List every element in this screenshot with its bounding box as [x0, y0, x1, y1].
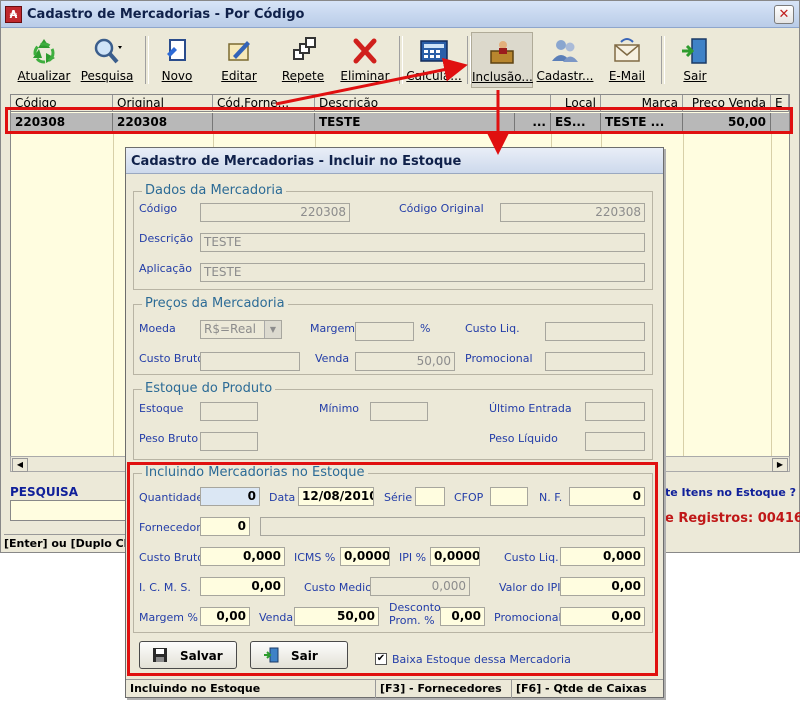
sair-toolbar-button[interactable]: Sair [669, 32, 721, 88]
custo-bruto-label: Custo Bruto [139, 352, 205, 365]
title-bar: ₳ Cadastro de Mercadorias - Por Código ✕ [1, 1, 799, 28]
status-segment: Incluindo no Estoque [126, 680, 376, 698]
descricao-label: Descrição [139, 232, 194, 245]
app-icon: ₳ [5, 6, 22, 23]
pesquisa-button[interactable]: Pesquisa [77, 32, 137, 88]
new-document-icon [167, 39, 186, 61]
group-title: Dados da Mercadoria [142, 183, 286, 198]
row-highlight [5, 107, 793, 134]
cadastr-label: Cadastr... [536, 69, 594, 83]
status-segment: [F3] - Fornecedores [376, 680, 512, 698]
ultimo-entrada-label: Último Entrada [489, 402, 572, 415]
aplicacao-label: Aplicação [139, 262, 192, 275]
margem-label: Margem [310, 322, 356, 335]
group-estoque-produto: Estoque do Produto Estoque Mínimo Último… [133, 381, 653, 460]
editar-label: Editar [221, 69, 257, 83]
promocional-label: Promocional [465, 352, 533, 365]
venda-field[interactable]: 50,00 [355, 352, 455, 371]
magnifier-icon [94, 38, 122, 64]
search-input[interactable] [10, 500, 128, 521]
recycle-icon [33, 39, 55, 64]
close-button[interactable]: ✕ [774, 5, 794, 24]
calcula-button[interactable]: Calcula... [403, 32, 465, 88]
toolbar-separator [145, 36, 149, 84]
codigo-field[interactable]: 220308 [200, 203, 350, 222]
email-label: E-Mail [608, 69, 646, 83]
descricao-field[interactable]: TESTE [200, 233, 645, 252]
eliminar-label: Eliminar [340, 69, 390, 83]
ultimo-entrada-field[interactable] [585, 402, 645, 421]
repete-label: Repete [281, 69, 325, 83]
estoque-label: Estoque [139, 402, 184, 415]
atualizar-label: Atualizar [17, 69, 71, 83]
grid-line [113, 132, 114, 471]
repeat-icon [293, 37, 316, 60]
sair-toolbar-label: Sair [683, 69, 707, 83]
custo-bruto-field[interactable] [200, 352, 300, 371]
inclusion-box-icon [490, 41, 514, 64]
peso-liquido-label: Peso Líquido [489, 432, 558, 445]
moeda-select[interactable]: R$=Real ▼ [200, 320, 282, 339]
dialog-title: Cadastro de Mercadorias - Incluir no Est… [131, 154, 462, 169]
status-segment: [F6] - Qtde de Caixas [516, 682, 647, 695]
main-status-bar: [Enter] ou [Duplo Clique] [4, 534, 128, 552]
chevron-down-icon[interactable]: ▼ [264, 321, 281, 338]
grid-line [683, 132, 684, 471]
toolbar-separator [661, 36, 665, 84]
minimo-label: Mínimo [319, 402, 360, 415]
group-title: Preços da Mercadoria [142, 296, 288, 311]
scroll-right-icon[interactable]: ▶ [772, 458, 788, 472]
pesquisa-label: PESQUISA [10, 485, 78, 499]
itens-estoque-text: te Itens no Estoque ? [665, 486, 797, 499]
editar-button[interactable]: Editar [213, 32, 265, 88]
group-dados-mercadoria: Dados da Mercadoria Código 220308 Código… [133, 183, 653, 290]
calcula-label: Calcula... [406, 69, 462, 83]
moeda-label: Moeda [139, 322, 176, 335]
group-precos-mercadoria: Preços da Mercadoria Moeda R$=Real ▼ Mar… [133, 296, 653, 375]
estoque-field[interactable] [200, 402, 258, 421]
repete-button[interactable]: Repete [277, 32, 329, 88]
codigo-original-field[interactable]: 220308 [500, 203, 645, 222]
toolbar: Atualizar Pesquisa Novo Editar Repete El… [5, 32, 795, 90]
codigo-original-label: Código Original [399, 202, 484, 215]
dialog-status-bar: Incluindo no Estoque [F3] - Fornecedores… [126, 679, 663, 698]
pesquisa-label: Pesquisa [80, 69, 134, 83]
promocional-field[interactable] [545, 352, 645, 371]
peso-liquido-field[interactable] [585, 432, 645, 451]
grid-line [771, 132, 772, 471]
inclusao-button[interactable]: Inclusão... [471, 32, 533, 88]
inclusao-label: Inclusão... [472, 70, 533, 84]
edit-icon [228, 41, 250, 61]
calculator-icon [420, 40, 448, 62]
moeda-value: R$=Real [204, 322, 256, 336]
aplicacao-field[interactable]: TESTE [200, 263, 645, 282]
margem-field[interactable] [355, 322, 414, 341]
envelope-icon [614, 38, 640, 62]
venda-label: Venda [315, 352, 350, 365]
codigo-label: Código [139, 202, 178, 215]
users-icon [552, 40, 578, 62]
scroll-left-icon[interactable]: ◀ [12, 458, 28, 472]
group-title: Estoque do Produto [142, 381, 276, 396]
percent-label: % [420, 322, 431, 335]
delete-x-icon [353, 38, 377, 64]
custo-liq-label: Custo Liq. [465, 322, 520, 335]
email-button[interactable]: E-Mail [597, 32, 657, 88]
incluindo-highlight [127, 462, 658, 676]
close-icon: ✕ [778, 7, 790, 22]
novo-button[interactable]: Novo [151, 32, 203, 88]
eliminar-button[interactable]: Eliminar [339, 32, 391, 88]
atualizar-button[interactable]: Atualizar [11, 32, 77, 88]
novo-label: Novo [161, 69, 193, 83]
cadastr-button[interactable]: Cadastr... [535, 32, 595, 88]
peso-bruto-field[interactable] [200, 432, 258, 451]
exit-door-icon [682, 38, 707, 64]
minimo-field[interactable] [370, 402, 428, 421]
dialog-title-bar: Cadastro de Mercadorias - Incluir no Est… [126, 148, 663, 174]
custo-liq-field[interactable] [545, 322, 645, 341]
window-title: Cadastro de Mercadorias - Por Código [27, 7, 305, 22]
registros-count: e Registros: 00416 [665, 511, 800, 526]
peso-bruto-label: Peso Bruto [139, 432, 199, 445]
